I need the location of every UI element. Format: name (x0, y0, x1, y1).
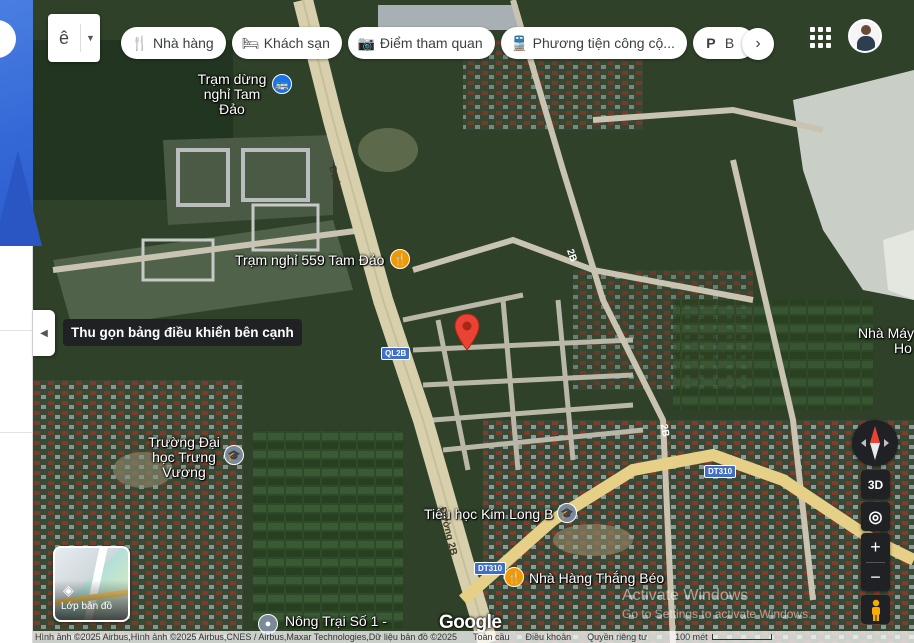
side-panel-divider (0, 330, 33, 331)
scale-label: 100 mét (675, 632, 708, 642)
scale-bar-graphic (711, 634, 772, 640)
collapse-panel-button[interactable]: ◀ (33, 310, 55, 356)
pegman-icon[interactable] (861, 595, 890, 624)
footer-privacy-link[interactable]: Quyền riêng tư (579, 632, 655, 642)
chip-label: B (724, 35, 735, 51)
hotel-icon: 🛏 (241, 34, 260, 51)
location-pin-icon[interactable] (454, 313, 480, 351)
side-panel-circle (0, 20, 16, 58)
zoom-in-button[interactable]: + (861, 533, 890, 562)
road-label-2b-east-2: 2B (657, 423, 671, 438)
collapse-panel-tooltip: Thu gọn bảng điều khiển bên cạnh (63, 319, 302, 346)
chip-hotels[interactable]: 🛏 Khách sạn (231, 27, 342, 59)
watermark-title: Activate Windows (622, 587, 749, 604)
chip-attractions[interactable]: 📷 Điểm tham quan (347, 27, 495, 59)
input-method-selector[interactable]: ê ▼ (48, 14, 100, 62)
map-label-rest-559[interactable]: Trạm nghỉ 559 Tam Đảo (235, 253, 384, 268)
chip-label: Điểm tham quan (379, 35, 483, 51)
watermark-subtitle: Go to Settings to activate Windows. (622, 607, 812, 621)
layers-label: Lớp bản đồ (61, 601, 113, 612)
map-footer: Hình ảnh ©2025 Airbus,Hình ảnh ©2025 Air… (33, 631, 914, 643)
side-panel (0, 0, 42, 643)
3d-toggle-button[interactable]: 3D (861, 470, 890, 499)
chip-restaurants[interactable]: 🍴 Nhà hàng (121, 27, 226, 59)
transit-icon: 🚆 (510, 34, 529, 51)
apps-grid-icon[interactable] (808, 25, 832, 49)
chip-label: Nhà hàng (153, 35, 214, 51)
map-label-farm[interactable]: Nông Trại Số 1 - (285, 614, 387, 629)
side-panel-mountain (0, 150, 42, 246)
chevron-down-icon[interactable]: ▼ (81, 33, 100, 43)
layers-icon: ◈ (63, 582, 74, 598)
chevron-right-icon[interactable]: › (742, 28, 774, 60)
school-icon[interactable]: 🎓 (224, 445, 244, 465)
chip-transit[interactable]: 🚆 Phương tiện công cộ... (500, 27, 687, 59)
maps-window: ê ▼ 🍴 Nhà hàng 🛏 Khách sạn 📷 Điểm tham q… (0, 0, 914, 643)
school-icon[interactable]: 🎓 (557, 503, 577, 523)
zoom-out-button[interactable]: − (861, 563, 890, 592)
category-chips: 🍴 Nhà hàng 🛏 Khách sạn 📷 Điểm tham quan … (121, 27, 755, 59)
restaurant-icon[interactable]: 🍴 (504, 567, 524, 587)
map-label-university[interactable]: Trường Đại học Trưng Vương (146, 435, 222, 480)
map-label-rest-stop[interactable]: Trạm dừng nghỉ Tam Đảo (196, 72, 268, 117)
attribution-text: Hình ảnh ©2025 Airbus,Hình ảnh ©2025 Air… (35, 632, 458, 642)
camera-icon: 📷 (357, 34, 376, 51)
side-panel-divider (0, 432, 33, 433)
chip-label: Phương tiện công cộ... (532, 35, 675, 51)
restaurant-icon[interactable]: 🍴 (390, 249, 410, 269)
footer-terms-link[interactable]: Điều khoản (518, 632, 580, 642)
compass-icon[interactable] (852, 420, 898, 466)
my-location-icon[interactable]: ◎ (861, 502, 890, 531)
parking-icon: P (706, 35, 716, 51)
input-method-letter: ê (58, 27, 69, 48)
route-shield-dt310: DT310 (704, 465, 737, 478)
restaurant-icon: 🍴 (131, 34, 149, 51)
windows-activation-watermark: Activate Windows Go to Settings to activ… (622, 587, 811, 623)
side-panel-hero-image (0, 0, 42, 246)
map-label-restaurant[interactable]: Nhà Hàng Thắng Béo (529, 571, 664, 586)
layers-button[interactable]: ◈ Lớp bản đồ (53, 546, 130, 622)
zoom-controls: + − (861, 533, 890, 591)
footer-country-link[interactable]: Toàn cầu (465, 632, 518, 642)
route-shield-dt310: DT310 (474, 562, 507, 575)
route-shield-ql2b: QL2B (381, 347, 411, 360)
scale-bar[interactable]: 100 mét (655, 632, 772, 642)
avatar[interactable] (848, 19, 882, 53)
bus-stop-icon[interactable]: 🚌 (272, 74, 292, 94)
map-label-factory-2[interactable]: Ho (894, 341, 912, 356)
chip-label: Khách sạn (263, 35, 330, 51)
map-label-factory[interactable]: Nhà Máy (858, 326, 914, 341)
